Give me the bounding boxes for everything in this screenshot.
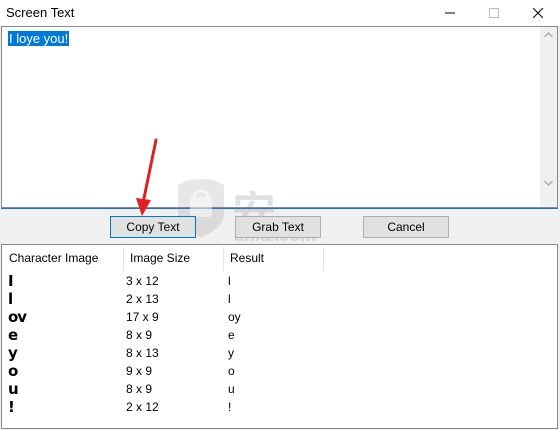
window-title: Screen Text [6, 5, 75, 20]
table-row[interactable]: e 8 x 9 e [2, 326, 557, 344]
scroll-up-button[interactable] [540, 27, 557, 44]
close-icon [533, 8, 543, 18]
character-image-cell: o [8, 362, 18, 380]
character-image-cell: I [8, 272, 14, 290]
result-cell: oy [228, 310, 241, 324]
result-cell: o [228, 364, 235, 378]
grab-text-button[interactable]: Grab Text [235, 216, 321, 238]
chevron-up-icon [544, 32, 553, 38]
chevron-down-icon [544, 180, 553, 186]
column-separator[interactable] [323, 247, 324, 271]
cancel-button[interactable]: Cancel [363, 216, 449, 238]
image-size-cell: 9 x 9 [126, 364, 153, 378]
result-cell: e [228, 328, 235, 342]
result-cell: l [228, 292, 231, 306]
title-bar[interactable]: Screen Text [0, 0, 560, 26]
image-size-cell: 2 x 13 [126, 292, 159, 306]
table-row[interactable]: I 3 x 12 l [2, 272, 557, 290]
image-size-cell: 17 x 9 [126, 310, 159, 324]
result-cell: l [228, 274, 231, 288]
close-button[interactable] [516, 0, 560, 26]
vertical-scrollbar[interactable] [540, 27, 557, 207]
table-row[interactable]: ! 2 x 12 ! [2, 398, 557, 416]
character-image-cell: ! [8, 398, 15, 416]
result-cell: u [228, 382, 235, 396]
table-row[interactable]: ov 17 x 9 oy [2, 308, 557, 326]
recognized-text-area[interactable]: I loye you! [1, 26, 558, 208]
character-list[interactable]: Character Image Image Size Result I 3 x … [1, 244, 558, 429]
table-row[interactable]: u 8 x 9 u [2, 380, 557, 398]
image-size-cell: 8 x 9 [126, 382, 153, 396]
image-size-cell: 3 x 12 [126, 274, 159, 288]
table-row[interactable]: l 2 x 13 l [2, 290, 557, 308]
minimize-button[interactable] [428, 0, 472, 26]
image-size-cell: 2 x 12 [126, 400, 159, 414]
maximize-icon [489, 8, 499, 18]
result-cell: ! [228, 400, 232, 414]
character-image-cell: y [8, 344, 18, 362]
selected-text[interactable]: I loye you! [8, 31, 70, 46]
column-header-result[interactable]: Result [223, 245, 323, 271]
character-image-cell: l [8, 290, 13, 308]
column-header-image-size[interactable]: Image Size [123, 245, 223, 271]
scroll-down-button[interactable] [540, 175, 557, 192]
screen-text-window: Screen Text I loye you! 安下载 anxz. [0, 0, 560, 430]
copy-text-button[interactable]: Copy Text [110, 216, 196, 238]
focus-divider [1, 208, 558, 209]
result-cell: y [228, 346, 234, 360]
character-image-cell: ov [8, 308, 27, 326]
character-image-cell: e [8, 326, 18, 344]
table-row[interactable]: o 9 x 9 o [2, 362, 557, 380]
minimize-icon [445, 12, 455, 14]
maximize-button[interactable] [472, 0, 516, 26]
image-size-cell: 8 x 9 [126, 328, 153, 342]
table-row[interactable]: y 8 x 13 y [2, 344, 557, 362]
character-image-cell: u [8, 380, 19, 398]
image-size-cell: 8 x 13 [126, 346, 159, 360]
column-header-character-image[interactable]: Character Image [2, 245, 123, 271]
